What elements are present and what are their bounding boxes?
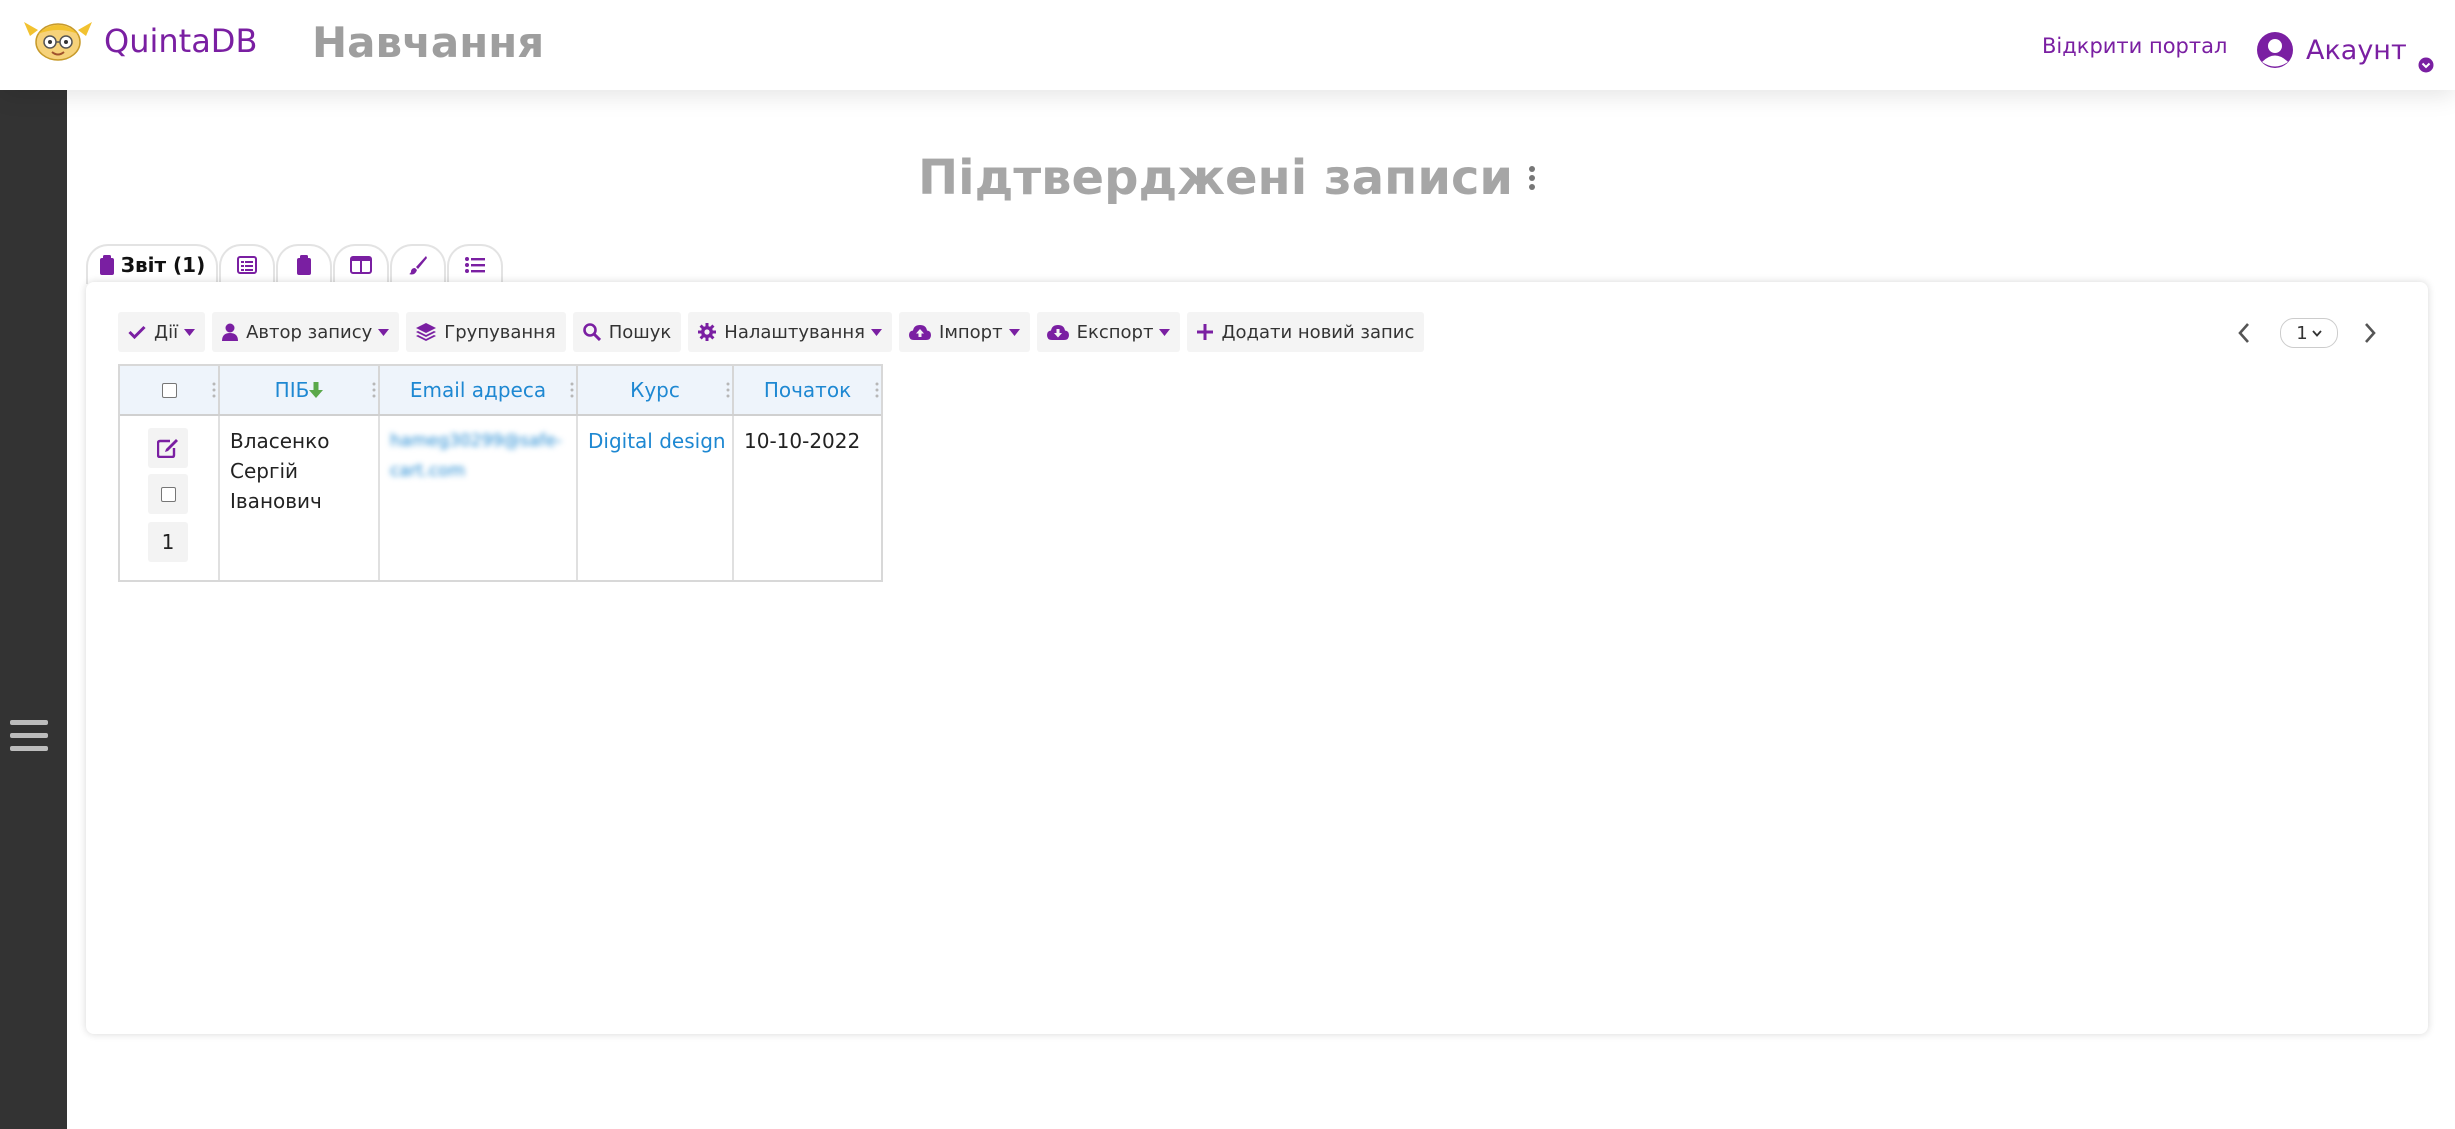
- row-select-box: [148, 474, 188, 514]
- grouping-label: Групування: [444, 321, 556, 343]
- settings-button[interactable]: Налаштування: [688, 312, 893, 352]
- column-header-start-label: Початок: [763, 378, 852, 402]
- caret-down-icon: [1159, 328, 1171, 336]
- tab-form-list[interactable]: [219, 244, 275, 284]
- user-avatar-icon: [2257, 32, 2293, 68]
- page-select-value: 1: [2296, 322, 2308, 344]
- tab-report-label: Звіт (1): [120, 253, 206, 277]
- resize-grip-icon[interactable]: [372, 380, 376, 400]
- select-all-header: [120, 366, 220, 414]
- sort-down-arrow-icon: [309, 382, 324, 398]
- cloud-upload-icon: [909, 325, 932, 340]
- clipboard-icon: [99, 255, 114, 275]
- page-title: Підтверджені записи: [917, 150, 1514, 206]
- add-record-button[interactable]: Додати новий запис: [1187, 312, 1425, 352]
- email-value[interactable]: hameg30299@safe-cart.com: [390, 426, 570, 486]
- columns-icon: [350, 256, 372, 274]
- tab-list[interactable]: [447, 244, 503, 284]
- chevron-left-icon[interactable]: [2236, 322, 2252, 344]
- sidebar: [0, 90, 67, 1129]
- import-button[interactable]: Імпорт: [899, 312, 1030, 352]
- actions-label: Дії: [154, 321, 179, 343]
- course-link[interactable]: Digital design: [588, 426, 726, 456]
- email-cell: hameg30299@safe-cart.com: [380, 416, 578, 580]
- open-portal-link[interactable]: Відкрити портал: [2042, 34, 2227, 58]
- resize-grip-icon[interactable]: [570, 380, 574, 400]
- logo-icon[interactable]: [22, 14, 94, 64]
- name-cell: Власенко Сергій Іванович: [220, 416, 380, 580]
- gear-icon: [698, 323, 717, 341]
- list-icon: [465, 257, 485, 273]
- author-button[interactable]: Автор запису: [212, 312, 400, 352]
- grouping-button[interactable]: Групування: [406, 312, 566, 352]
- select-all-checkbox[interactable]: [161, 382, 177, 398]
- start-date-value: 10-10-2022: [744, 429, 861, 453]
- tab-design[interactable]: [390, 244, 446, 284]
- settings-label: Налаштування: [724, 321, 866, 343]
- chevron-down-icon: [2312, 329, 2322, 337]
- table-header-row: ПІБ Email адреса Курс Початок: [120, 366, 881, 416]
- resize-grip-icon[interactable]: [212, 380, 216, 400]
- check-icon: [128, 325, 146, 339]
- caret-down-icon: [184, 328, 196, 336]
- column-header-email-label: Email адреса: [409, 378, 547, 402]
- view-tabs: Звіт (1): [86, 244, 504, 284]
- course-cell: Digital design: [578, 416, 734, 580]
- row-controls-cell: 1: [120, 416, 220, 580]
- export-label: Експорт: [1076, 321, 1154, 343]
- column-header-name[interactable]: ПІБ: [220, 366, 380, 414]
- report-panel: Дії Автор запису Групування Пошук Налашт…: [86, 282, 2428, 1034]
- form-list-icon: [237, 256, 257, 274]
- account-menu[interactable]: Акаунт: [2256, 30, 2407, 70]
- brush-icon: [409, 256, 427, 275]
- import-label: Імпорт: [939, 321, 1003, 343]
- tab-columns[interactable]: [333, 244, 389, 284]
- column-header-start[interactable]: Початок: [734, 366, 881, 414]
- user-icon: [222, 323, 239, 341]
- top-navbar: QuintaDB Навчання Відкрити портал Акаунт: [0, 0, 2455, 90]
- search-icon: [582, 323, 601, 341]
- author-label: Автор запису: [246, 321, 373, 343]
- clipboard-icon: [297, 255, 311, 275]
- add-record-label: Додати новий запис: [1221, 321, 1415, 343]
- report-toolbar: Дії Автор запису Групування Пошук Налашт…: [118, 312, 1431, 352]
- pagination: 1: [2236, 318, 2386, 348]
- row-number: 1: [148, 522, 188, 562]
- records-table: ПІБ Email адреса Курс Початок 1 Власенко…: [118, 364, 883, 582]
- layers-icon: [416, 323, 437, 341]
- brand-name[interactable]: QuintaDB: [104, 22, 257, 60]
- tab-report[interactable]: Звіт (1): [86, 244, 218, 284]
- edit-icon: [157, 439, 178, 458]
- tab-clipboard[interactable]: [276, 244, 332, 284]
- page-select[interactable]: 1: [2280, 318, 2338, 348]
- start-cell: 10-10-2022: [734, 416, 881, 580]
- app-title: Навчання: [312, 18, 545, 67]
- cloud-download-icon: [1046, 325, 1069, 340]
- name-value: Власенко Сергій Іванович: [230, 429, 330, 513]
- chevron-right-icon[interactable]: [2362, 322, 2378, 344]
- column-header-course-label: Курс: [630, 378, 680, 402]
- kebab-menu-icon[interactable]: [1527, 165, 1537, 191]
- page-title-row: Підтверджені записи: [0, 150, 2455, 206]
- hamburger-menu-icon[interactable]: [10, 718, 48, 754]
- plus-icon: [1197, 324, 1214, 340]
- chevron-down-icon[interactable]: [2418, 57, 2434, 73]
- edit-record-button[interactable]: [148, 428, 188, 468]
- caret-down-icon: [871, 328, 883, 336]
- actions-button[interactable]: Дії: [118, 312, 206, 352]
- column-header-course[interactable]: Курс: [578, 366, 734, 414]
- account-label: Акаунт: [2306, 34, 2407, 66]
- column-header-name-label: ПІБ: [274, 378, 310, 402]
- search-label: Пошук: [608, 321, 672, 343]
- resize-grip-icon[interactable]: [875, 380, 879, 400]
- caret-down-icon: [1008, 328, 1020, 336]
- caret-down-icon: [378, 328, 390, 336]
- resize-grip-icon[interactable]: [726, 380, 730, 400]
- export-button[interactable]: Експорт: [1036, 312, 1181, 352]
- row-checkbox[interactable]: [160, 486, 176, 502]
- column-header-email[interactable]: Email адреса: [380, 366, 578, 414]
- search-button[interactable]: Пошук: [572, 312, 682, 352]
